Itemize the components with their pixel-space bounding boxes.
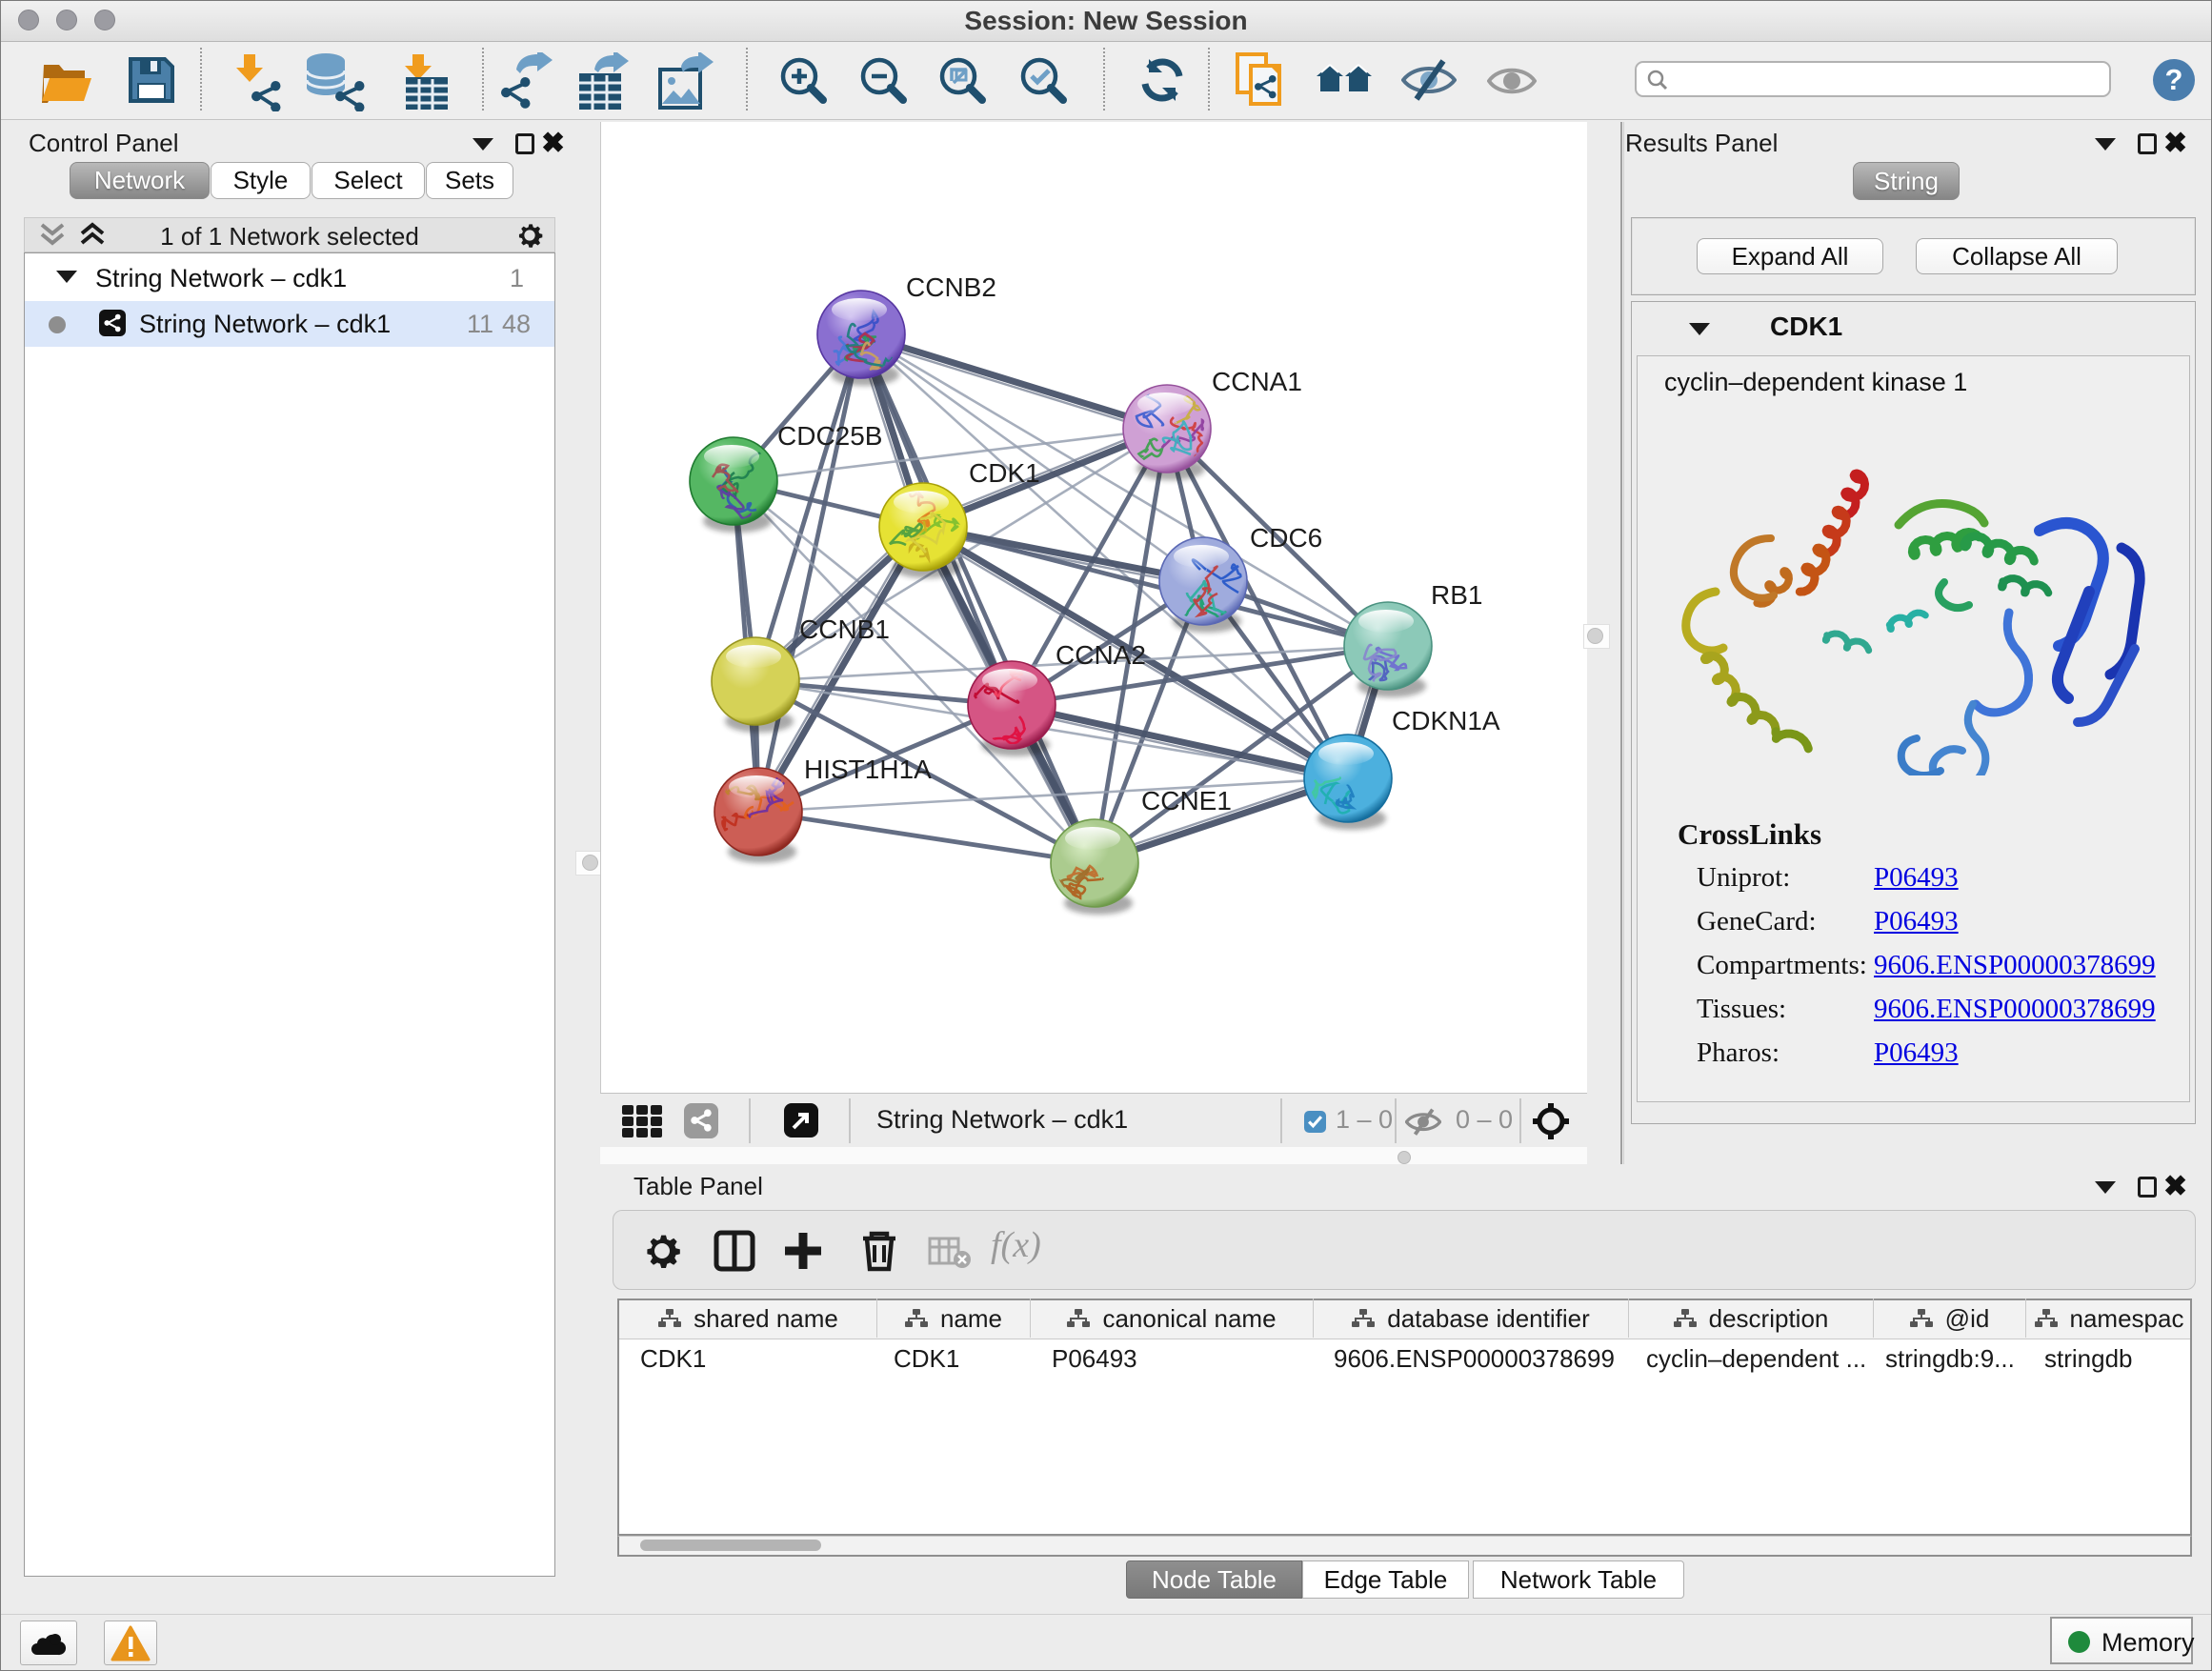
svg-text:CDC6: CDC6	[1250, 523, 1322, 553]
svg-text:CDK1: CDK1	[969, 458, 1040, 488]
svg-text:HIST1H1A: HIST1H1A	[804, 755, 932, 784]
svg-text:RB1: RB1	[1431, 580, 1482, 610]
svg-text:CCNE1: CCNE1	[1141, 786, 1232, 815]
svg-text:CCNA1: CCNA1	[1212, 367, 1302, 396]
svg-text:CDKN1A: CDKN1A	[1392, 706, 1500, 735]
svg-text:CCNA2: CCNA2	[1056, 640, 1146, 670]
svg-text:CDC25B: CDC25B	[777, 421, 882, 451]
svg-text:CCNB1: CCNB1	[799, 614, 890, 644]
svg-text:CCNB2: CCNB2	[906, 272, 996, 302]
